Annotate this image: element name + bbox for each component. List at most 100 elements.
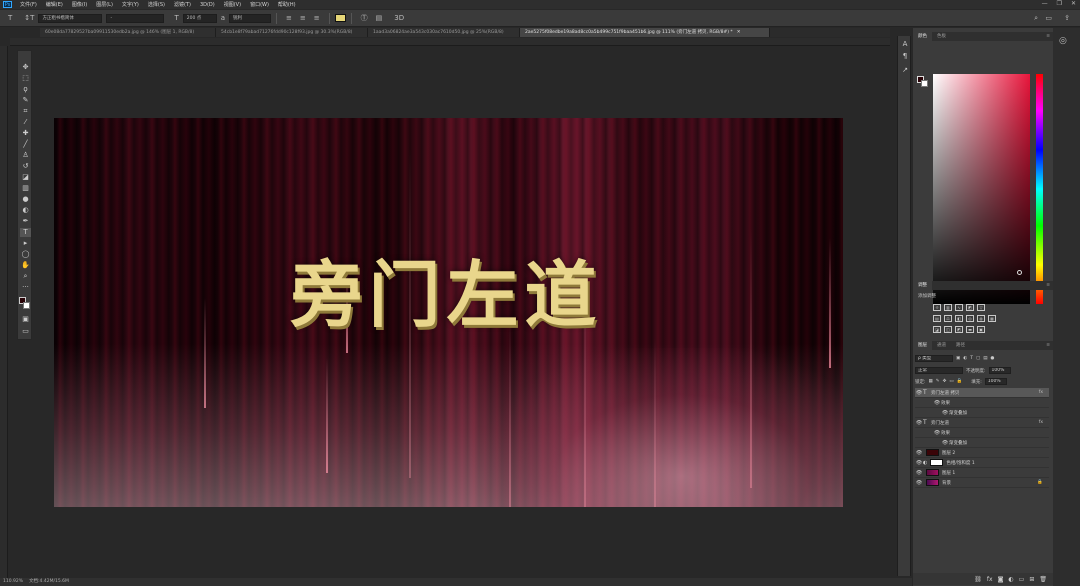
eye-icon[interactable]: 👁	[915, 420, 923, 426]
antialias-select[interactable]: 锐利	[229, 13, 272, 23]
photo-filter-icon[interactable]: ◎	[966, 315, 974, 322]
color-lookup-icon[interactable]: ▦	[988, 315, 996, 322]
color-picker-cursor[interactable]	[1017, 270, 1022, 275]
fx-icon[interactable]: fx	[987, 576, 993, 583]
document-canvas[interactable]: 旁门左道	[54, 118, 843, 507]
orientation-toggle-icon[interactable]: ↕T	[24, 14, 34, 22]
background-color-swatch[interactable]	[23, 302, 30, 309]
curves-icon[interactable]: ∿	[955, 304, 963, 311]
gradient-tool-icon[interactable]: ▥	[20, 184, 31, 193]
tool-preset-icon[interactable]: ↗	[900, 66, 910, 75]
panel-menu-icon[interactable]: ≡	[1046, 281, 1050, 290]
align-right-icon[interactable]: ≡	[314, 14, 320, 22]
share-icon[interactable]: ⇪	[1064, 14, 1070, 22]
eye-icon[interactable]: 👁	[915, 480, 923, 486]
headline-text[interactable]: 旁门左道	[54, 236, 694, 341]
font-family-select[interactable]: 方正粗书楷简体	[38, 13, 103, 23]
layer-row[interactable]: 👁 背景 🔒	[915, 478, 1049, 488]
eye-icon[interactable]: 👁	[915, 450, 923, 456]
history-brush-icon[interactable]: ↺	[20, 162, 31, 171]
tab-adjustments[interactable]: 调整	[913, 281, 932, 290]
invert-icon[interactable]: ◪	[933, 326, 941, 333]
layer-effects-row[interactable]: 👁 效果	[915, 428, 1049, 438]
new-layer-icon[interactable]: ⊞	[1029, 576, 1034, 583]
fill-input[interactable]: 100%	[984, 378, 1007, 385]
exposure-icon[interactable]: ◩	[966, 304, 974, 311]
folder-icon[interactable]: ▭	[1019, 576, 1025, 583]
layer-filter-select[interactable]: ρ 类型	[915, 355, 953, 362]
doc-size[interactable]: 文档:4.42M/15.6M	[29, 578, 69, 586]
character-panel-icon[interactable]: ▤	[376, 14, 383, 22]
tab-close-icon[interactable]: ✕	[737, 30, 741, 35]
panel-menu-icon[interactable]: ≡	[1046, 341, 1050, 350]
menu-type[interactable]: 文字(Y)	[122, 1, 139, 8]
tab-layers[interactable]: 图层	[913, 341, 932, 350]
channel-mixer-icon[interactable]: ◍	[977, 315, 985, 322]
color-picker-field[interactable]	[933, 74, 1030, 304]
layer-row[interactable]: 👁 T 旁门左道 拷贝 fx	[915, 388, 1049, 398]
font-size-select[interactable]: 200 点	[182, 13, 217, 23]
more-tools-icon[interactable]: ···	[20, 283, 31, 292]
color-balance-icon[interactable]: ⚖	[944, 315, 952, 322]
mask-icon[interactable]: ◙	[998, 576, 1004, 583]
lock-artboard-icon[interactable]: ▭	[949, 379, 953, 384]
quick-mask-icon[interactable]: ▣	[20, 315, 31, 324]
gradient-map-icon[interactable]: ▬	[966, 326, 974, 333]
layer-effect-item[interactable]: 👁 渐变叠加	[915, 438, 1049, 448]
eye-icon[interactable]: 👁	[933, 400, 941, 406]
brush-tool-icon[interactable]: ╱	[20, 140, 31, 149]
blend-mode-select[interactable]: 正常	[915, 367, 963, 374]
clone-stamp-icon[interactable]: ♙	[20, 151, 31, 160]
eye-icon[interactable]: 👁	[941, 410, 949, 416]
menu-select[interactable]: 选择(S)	[148, 1, 165, 8]
zoom-tool-icon[interactable]: ⌕	[20, 272, 31, 281]
menu-view[interactable]: 视图(V)	[224, 1, 241, 8]
screen-mode-icon[interactable]: ▭	[20, 327, 31, 336]
layer-row[interactable]: 👁 图层 1	[915, 468, 1049, 478]
tab-document-active[interactable]: 2ae5275f08edbe19a8ad8cc0a5b499c751f9baa4…	[520, 28, 770, 37]
threshold-icon[interactable]: ◩	[955, 326, 963, 333]
font-style-select[interactable]: -	[106, 13, 165, 23]
levels-icon[interactable]: ▥	[944, 304, 952, 311]
eye-icon[interactable]: 👁	[915, 460, 923, 466]
character-icon[interactable]: A	[900, 40, 910, 49]
layer-row[interactable]: 👁 图层 2	[915, 448, 1049, 458]
type-tool-icon[interactable]: T	[20, 228, 31, 237]
shape-tool-icon[interactable]: ◯	[20, 250, 31, 259]
menu-help[interactable]: 帮助(H)	[278, 1, 296, 8]
brightness-icon[interactable]: ☼	[933, 304, 941, 311]
filter-type-icon[interactable]: T	[970, 356, 973, 361]
libraries-icon[interactable]: ◎	[1059, 36, 1067, 46]
lock-paint-icon[interactable]: ✎	[936, 379, 940, 384]
layer-effect-item[interactable]: 👁 渐变叠加	[915, 408, 1049, 418]
menu-window[interactable]: 窗口(W)	[250, 1, 269, 8]
align-left-icon[interactable]: ≡	[286, 14, 292, 22]
black-white-icon[interactable]: ◧	[955, 315, 963, 322]
trash-icon[interactable]: 🗑	[1039, 576, 1047, 583]
blur-tool-icon[interactable]: ●	[20, 195, 31, 204]
minimize-icon[interactable]: —	[1042, 0, 1048, 7]
menu-3d[interactable]: 3D(D)	[200, 2, 215, 8]
3d-icon[interactable]: 3D	[394, 14, 404, 22]
pen-tool-icon[interactable]: ✒	[20, 217, 31, 226]
restore-icon[interactable]: ❐	[1057, 0, 1062, 7]
text-color-swatch[interactable]	[334, 14, 346, 22]
type-tool-icon[interactable]: T	[8, 14, 12, 22]
paragraph-icon[interactable]: ¶	[900, 52, 910, 61]
vibrance-icon[interactable]: ▽	[977, 304, 985, 311]
tab-channels[interactable]: 通道	[932, 341, 951, 350]
search-icon[interactable]: ⌕	[1034, 14, 1038, 23]
menu-edit[interactable]: 编辑(E)	[46, 1, 63, 8]
tab-document-1[interactable]: 60e08da77829527ba09911530edb2a.jpg @ 146…	[40, 28, 216, 37]
lock-all-icon[interactable]: 🔒	[957, 379, 963, 384]
close-icon[interactable]: ✕	[1071, 0, 1076, 7]
layer-row[interactable]: 👁 ◐ 色相/饱和度 1	[915, 458, 1049, 468]
move-tool-icon[interactable]: ✥	[20, 63, 31, 72]
panel-menu-icon[interactable]: ≡	[1046, 32, 1050, 41]
tab-document-3[interactable]: 1aad3a06824ae3a543c030ac7610d50.jpg @ 25…	[368, 28, 520, 37]
crop-tool-icon[interactable]: ⌗	[20, 107, 31, 116]
link-icon[interactable]: ⛓	[974, 576, 982, 583]
eye-icon[interactable]: 👁	[941, 440, 949, 446]
workspace-icon[interactable]: ▭	[1045, 14, 1052, 22]
fx-icon[interactable]: fx	[1039, 420, 1043, 425]
